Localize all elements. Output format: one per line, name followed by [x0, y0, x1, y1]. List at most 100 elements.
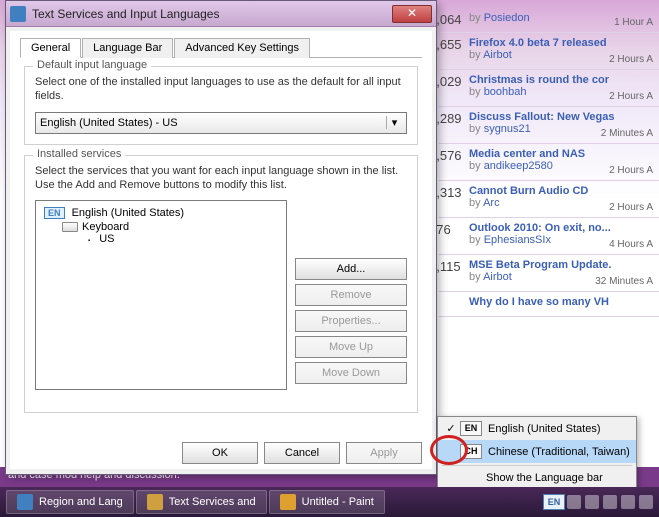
group-description: Select one of the installed input langua…	[35, 75, 407, 104]
dialog-title: Text Services and Input Languages	[32, 7, 392, 21]
forum-thread-item[interactable]: 1,064by Posiedon1 Hour A	[439, 8, 659, 33]
forum-thread-item[interactable]: 1,289Discuss Fallout: New Vegasby sygnus…	[439, 107, 659, 144]
installed-services-group: Installed services Select the services t…	[24, 155, 418, 413]
author-link[interactable]: sygnus21	[484, 123, 531, 135]
add-button[interactable]: Add...	[295, 258, 407, 280]
language-badge-icon: CH	[460, 444, 482, 459]
thread-title-link[interactable]: Firefox 4.0 beta 7 released	[469, 37, 651, 49]
tree-category-node[interactable]: Keyboard	[40, 221, 282, 233]
dialog-body: General Language Bar Advanced Key Settin…	[10, 31, 432, 469]
taskbar-button[interactable]: Region and Lang	[6, 490, 134, 514]
thread-age: 2 Hours A	[609, 165, 653, 176]
thread-age: 32 Minutes A	[595, 276, 653, 287]
tree-category-label: Keyboard	[82, 221, 129, 233]
group-legend: Installed services	[33, 148, 125, 160]
thread-age: 2 Minutes A	[601, 128, 653, 139]
author-link[interactable]: andikeep2580	[484, 160, 553, 172]
tray-icon[interactable]	[639, 495, 653, 509]
thread-author: by boohbah	[469, 86, 527, 98]
thread-title-link[interactable]: Discuss Fallout: New Vegas	[469, 111, 651, 123]
taskbar-button-label: Text Services and	[169, 496, 256, 508]
properties-button[interactable]: Properties...	[295, 310, 407, 332]
thread-title-link[interactable]: Media center and NAS	[469, 148, 651, 160]
close-button[interactable]: ✕	[392, 5, 432, 23]
thread-title-link[interactable]: Cannot Burn Audio CD	[469, 185, 651, 197]
default-input-language-group: Default input language Select one of the…	[24, 66, 418, 145]
author-link[interactable]: Posiedon	[484, 12, 530, 24]
app-icon	[147, 494, 163, 510]
language-option-label: English (United States)	[488, 423, 601, 435]
taskbar-button-label: Region and Lang	[39, 496, 123, 508]
remove-button[interactable]: Remove	[295, 284, 407, 306]
author-link[interactable]: Arc	[483, 197, 500, 209]
thread-title-link[interactable]: Outlook 2010: On exit, no...	[469, 222, 651, 234]
tray-icon[interactable]	[621, 495, 635, 509]
language-option-ch[interactable]: CH Chinese (Traditional, Taiwan)	[438, 440, 636, 463]
taskbar: Region and Lang Text Services and Untitled…	[0, 487, 659, 517]
tab-general[interactable]: General	[20, 38, 81, 58]
apply-button[interactable]: Apply	[346, 442, 422, 464]
show-language-bar-option[interactable]: Show the Language bar	[438, 468, 636, 488]
tree-language-label: English (United States)	[72, 207, 185, 219]
ok-button[interactable]: OK	[182, 442, 258, 464]
checkmark-icon: ✓	[444, 422, 458, 435]
language-badge-icon: EN	[44, 207, 65, 219]
forum-thread-item[interactable]: 376Outlook 2010: On exit, no...by Ephesi…	[439, 218, 659, 255]
thread-age: 1 Hour A	[614, 17, 653, 28]
dialog-icon	[10, 6, 26, 22]
author-link[interactable]: Airbot	[483, 49, 512, 61]
forum-thread-item[interactable]: 1,313Cannot Burn Audio CDby Arc2 Hours A	[439, 181, 659, 218]
language-option-label: Chinese (Traditional, Taiwan)	[488, 446, 630, 458]
tree-language-node[interactable]: EN English (United States)	[40, 205, 282, 221]
forum-thread-item[interactable]: 3,655Firefox 4.0 beta 7 releasedby Airbo…	[439, 33, 659, 70]
tray-icon[interactable]	[567, 495, 581, 509]
tab-language-bar[interactable]: Language Bar	[82, 38, 173, 58]
keyboard-icon	[62, 222, 78, 232]
thread-title-link[interactable]: Christmas is round the cor	[469, 74, 651, 86]
thread-author: by Airbot	[469, 271, 512, 283]
thread-author: by sygnus21	[469, 123, 531, 135]
app-icon	[17, 494, 33, 510]
author-link[interactable]: boohbah	[484, 86, 527, 98]
dropdown-selected-value: English (United States) - US	[40, 117, 178, 129]
language-badge-icon: EN	[460, 421, 482, 436]
author-link[interactable]: Airbot	[483, 271, 512, 283]
thread-age: 2 Hours A	[609, 202, 653, 213]
forum-thread-item[interactable]: 1,576Media center and NASby andikeep2580…	[439, 144, 659, 181]
move-down-button[interactable]: Move Down	[295, 362, 407, 384]
tab-advanced-key-settings[interactable]: Advanced Key Settings	[174, 38, 310, 58]
system-tray[interactable]	[567, 495, 653, 509]
forum-thread-item[interactable]: Why do I have so many VH	[439, 292, 659, 317]
thread-title-link[interactable]: Why do I have so many VH	[469, 296, 651, 308]
show-language-bar-label: Show the Language bar	[486, 472, 603, 484]
author-link[interactable]: EphesiansSIx	[484, 234, 551, 246]
group-legend: Default input language	[33, 59, 151, 71]
language-switch-popup: ✓ EN English (United States) CH Chinese …	[437, 416, 637, 489]
cancel-button[interactable]: Cancel	[264, 442, 340, 464]
forum-thread-item[interactable]: 1,115MSE Beta Program Update.by Airbot32…	[439, 255, 659, 292]
tree-layout-node[interactable]: US	[40, 233, 282, 245]
dialog-footer-buttons: OK Cancel Apply	[182, 442, 422, 464]
thread-title-link[interactable]: MSE Beta Program Update.	[469, 259, 651, 271]
forum-thread-item[interactable]: 1,029Christmas is round the corby boohba…	[439, 70, 659, 107]
service-buttons-column: Add... Remove Properties... Move Up Move…	[295, 200, 407, 390]
thread-author: by EphesiansSIx	[469, 234, 551, 246]
tray-icon[interactable]	[585, 495, 599, 509]
thread-author: by andikeep2580	[469, 160, 553, 172]
thread-age: 4 Hours A	[609, 239, 653, 250]
tray-language-indicator[interactable]: EN	[543, 494, 565, 510]
taskbar-button[interactable]: Untitled - Paint	[269, 490, 385, 514]
text-services-dialog: Text Services and Input Languages ✕ Gene…	[5, 0, 437, 475]
app-icon	[280, 494, 296, 510]
installed-services-tree[interactable]: EN English (United States) Keyboard US	[35, 200, 287, 390]
thread-age: 2 Hours A	[609, 54, 653, 65]
group-description: Select the services that you want for ea…	[35, 164, 407, 193]
tray-icon[interactable]	[603, 495, 617, 509]
taskbar-items: Region and Lang Text Services and Untitled…	[6, 490, 385, 514]
language-option-en[interactable]: ✓ EN English (United States)	[438, 417, 636, 440]
thread-author: by Arc	[469, 197, 500, 209]
taskbar-button[interactable]: Text Services and	[136, 490, 267, 514]
move-up-button[interactable]: Move Up	[295, 336, 407, 358]
default-language-dropdown[interactable]: English (United States) - US ▾	[35, 112, 407, 134]
dialog-titlebar[interactable]: Text Services and Input Languages ✕	[6, 1, 436, 27]
